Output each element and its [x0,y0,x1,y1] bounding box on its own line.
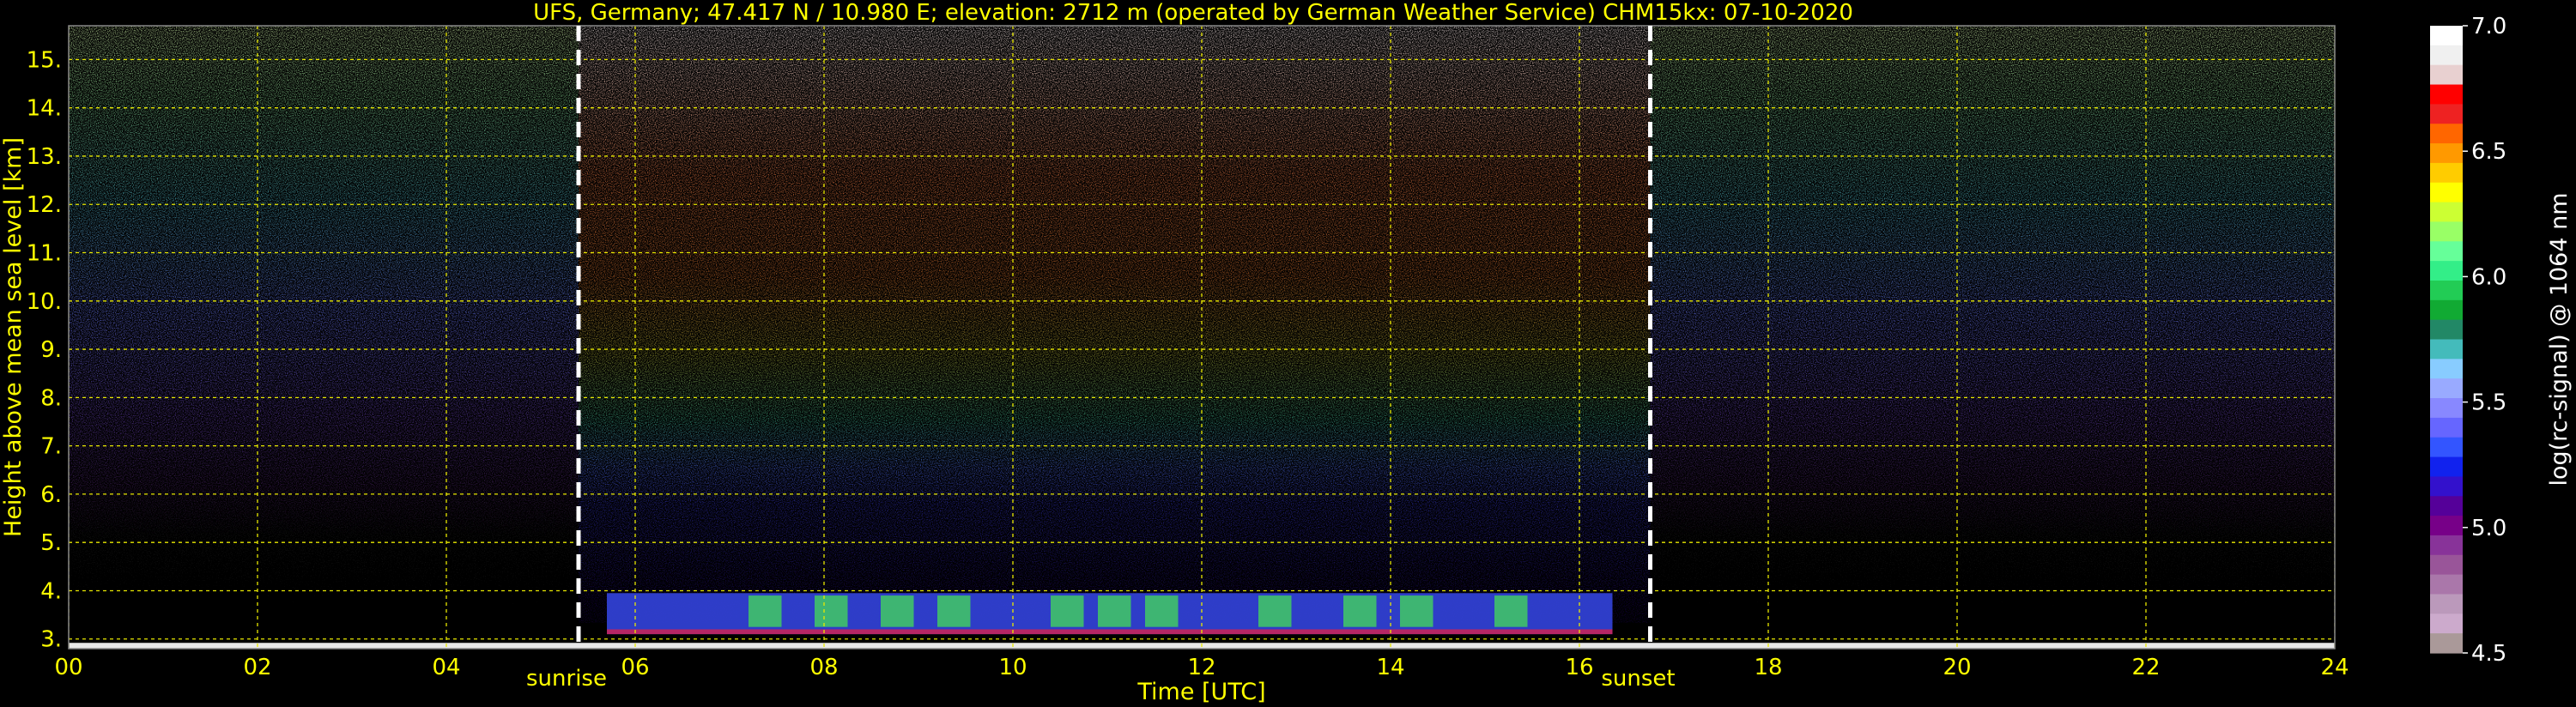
x-axis-ticks: 00 02 04 06 08 10 12 14 16 18 20 22 24 [54,655,2349,680]
y-tick-label: 9. [40,337,62,363]
y-tick-label: 8. [40,385,62,411]
colorbar-segment [2430,319,2463,341]
colorbar-segment [2430,496,2463,517]
aerosol-plume [937,595,971,627]
colorbar-tick-label: 5.5 [2471,390,2506,416]
colorbar-segment [2430,535,2463,556]
colorbar-segment [2430,456,2463,478]
day-backscatter [579,26,1651,623]
colorbar [2430,26,2463,654]
colorbar-segment [2430,378,2463,399]
colorbar-segment [2430,104,2463,124]
colorbar-tick-label: 7.0 [2471,14,2506,39]
sun-marker-label: sunset [1601,666,1675,692]
aerosol-plume [1494,595,1528,627]
colorbar-segment [2430,162,2463,184]
colorbar-segment [2430,516,2463,536]
aerosol-plume [815,595,848,627]
colorbar-segment [2430,574,2463,595]
colorbar-segment [2430,359,2463,379]
colorbar-segment [2430,554,2463,576]
x-tick-label: 04 [432,655,460,680]
colorbar-segment [2430,221,2463,242]
colorbar-segment [2430,241,2463,262]
colorbar-segment [2430,45,2463,66]
colorbar-segment [2430,26,2463,46]
aerosol-plume [1098,595,1131,627]
y-tick-label: 3. [40,627,62,653]
colorbar-tick-label: 5.0 [2471,516,2506,541]
colorbar-tick-label: 4.5 [2471,641,2506,667]
y-tick-label: 14. [27,96,62,122]
aerosol-plume [881,595,914,627]
aerosol-plume [1051,595,1084,627]
aerosol-plume [1343,595,1377,627]
night-backscatter-left [69,26,579,649]
x-tick-label: 22 [2131,655,2160,680]
y-tick-label: 13. [27,144,62,170]
colorbar-segment [2430,280,2463,301]
aerosol-plume [1145,595,1179,627]
x-tick-label: 02 [243,655,271,680]
x-tick-label: 24 [2320,655,2349,680]
y-tick-label: 4. [40,578,62,604]
boundary-layer-signal [607,593,1613,635]
aerosol-plume [749,595,782,627]
ceilometer-chart: UFS, Germany; 47.417 N / 10.980 E; eleva… [0,0,2573,705]
colorbar-segment [2430,64,2463,86]
colorbar-segment [2430,261,2463,281]
x-tick-label: 20 [1943,655,1971,680]
chart-title: UFS, Germany; 47.417 N / 10.980 E; eleva… [533,0,1853,26]
y-axis-ticks: 3. 4. 5. 6. 7. 8. 9. 10. 11. 12. 13. 14. 15. [27,47,62,652]
plot-area [69,26,2335,649]
x-tick-label: 08 [809,655,838,680]
x-tick-label: 16 [1565,655,1593,680]
colorbar-label: log(rc-signal) @ 1064 nm [2546,192,2573,486]
colorbar-segment [2430,339,2463,360]
x-tick-label: 12 [1187,655,1215,680]
colorbar-segment [2430,633,2463,654]
colorbar-segment [2430,398,2463,419]
colorbar-ticks: 7.0 6.5 6.0 5.5 5.0 4.5 [2463,14,2506,667]
colorbar-segment [2430,417,2463,438]
y-tick-label: 15. [27,47,62,73]
colorbar-tick-label: 6.0 [2471,264,2506,290]
colorbar-segment [2430,613,2463,634]
y-tick-label: 10. [27,289,62,315]
y-axis-label: Height above mean sea level [km] [0,137,27,537]
colorbar-segment [2430,202,2463,223]
x-tick-label: 14 [1376,655,1404,680]
x-tick-label: 06 [621,655,649,680]
sun-marker-label: sunrise [526,666,607,692]
y-tick-label: 12. [27,192,62,218]
colorbar-segment [2430,594,2463,614]
colorbar-tick-label: 6.5 [2471,139,2506,165]
aerosol-plume [1258,595,1292,627]
boundary-layer-base [607,629,1613,635]
x-tick-label: 00 [54,655,82,680]
colorbar-segment [2430,84,2463,105]
y-tick-label: 11. [27,241,62,267]
colorbar-segment [2430,124,2463,144]
y-tick-label: 5. [40,530,62,556]
colorbar-segment [2430,182,2463,203]
colorbar-segment [2430,143,2463,164]
x-tick-label: 10 [998,655,1027,680]
night-backscatter-right [1650,26,2335,649]
colorbar-segment [2430,476,2463,497]
colorbar-segment [2430,299,2463,321]
x-tick-label: 18 [1754,655,1782,680]
y-tick-label: 6. [40,482,62,508]
y-tick-label: 7. [40,434,62,460]
colorbar-segment [2430,437,2463,458]
aerosol-plume [1400,595,1433,627]
x-axis-label: Time [UTC] [1136,679,1265,705]
